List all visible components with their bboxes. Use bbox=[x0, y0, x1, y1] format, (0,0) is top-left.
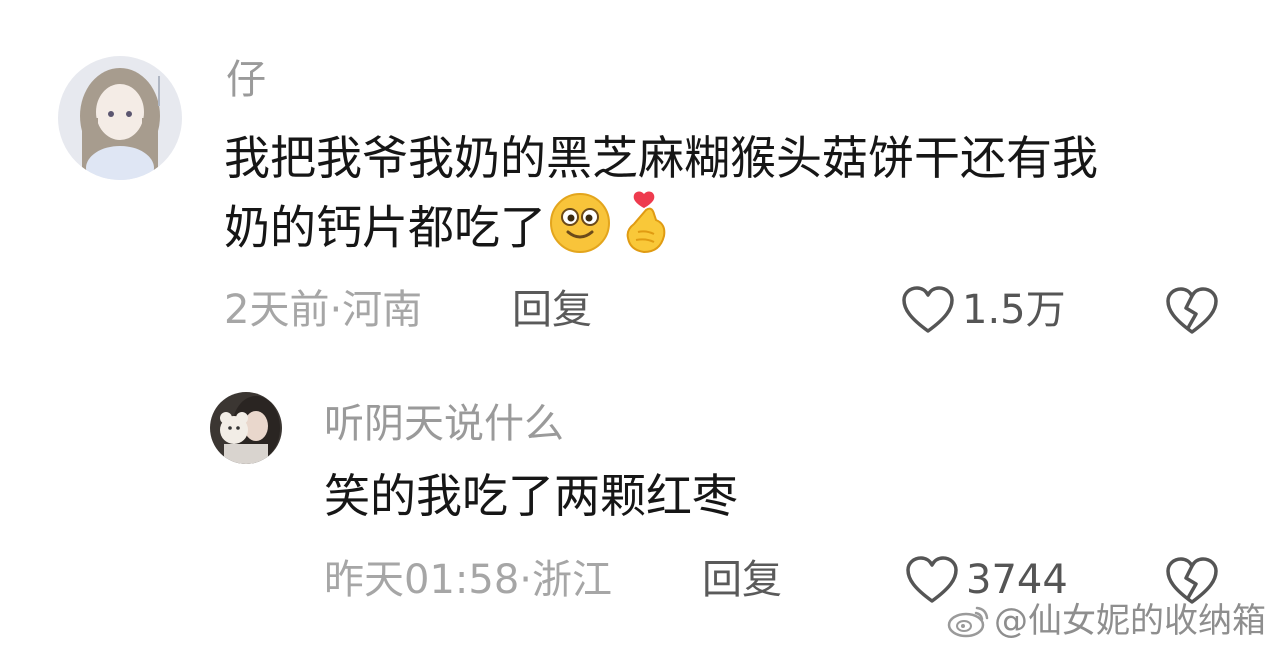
avatar[interactable] bbox=[210, 392, 282, 464]
broken-heart-icon bbox=[1166, 287, 1218, 334]
comment-text: 我把我爷我奶的黑芝麻糊猴头菇饼干还有我 奶的钙片都吃了 bbox=[224, 126, 1098, 272]
like-count: 3744 bbox=[966, 557, 1068, 603]
broken-heart-icon bbox=[1166, 557, 1218, 604]
comment-meta: 2天前·河南 bbox=[224, 287, 423, 333]
smiling-face-emoji bbox=[546, 192, 616, 270]
like-button[interactable]: 3744 bbox=[904, 555, 1068, 605]
watermark-text: @仙女妮的收纳箱 bbox=[994, 601, 1266, 641]
like-button[interactable]: 1.5万 bbox=[900, 285, 1066, 335]
heart-icon bbox=[902, 286, 954, 333]
comment-text-line: 我把我爷我奶的黑芝麻糊猴头菇饼干还有我 bbox=[224, 131, 1098, 185]
avatar[interactable] bbox=[58, 56, 182, 180]
reply-button[interactable]: 回复 bbox=[702, 555, 782, 605]
weibo-logo-icon bbox=[947, 606, 989, 638]
dislike-button[interactable] bbox=[1164, 556, 1220, 606]
like-count: 1.5万 bbox=[962, 287, 1066, 333]
username[interactable]: 仔 bbox=[226, 56, 266, 104]
comment-list: 仔 我把我爷我奶的黑芝麻糊猴头菇饼干还有我 奶的钙片都吃了 2天前·河南 回复 … bbox=[0, 0, 1280, 655]
dislike-button[interactable] bbox=[1164, 286, 1220, 336]
watermark: @仙女妮的收纳箱 bbox=[946, 601, 1266, 641]
finger-heart-emoji bbox=[616, 190, 676, 272]
comment-text-line: 奶的钙片都吃了 bbox=[224, 190, 1098, 272]
username[interactable]: 听阴天说什么 bbox=[324, 400, 564, 448]
heart-icon bbox=[906, 556, 958, 603]
comment-meta: 昨天01:58·浙江 bbox=[324, 557, 612, 603]
reply-button[interactable]: 回复 bbox=[512, 285, 592, 335]
comment-text: 笑的我吃了两颗红枣 bbox=[324, 469, 738, 523]
